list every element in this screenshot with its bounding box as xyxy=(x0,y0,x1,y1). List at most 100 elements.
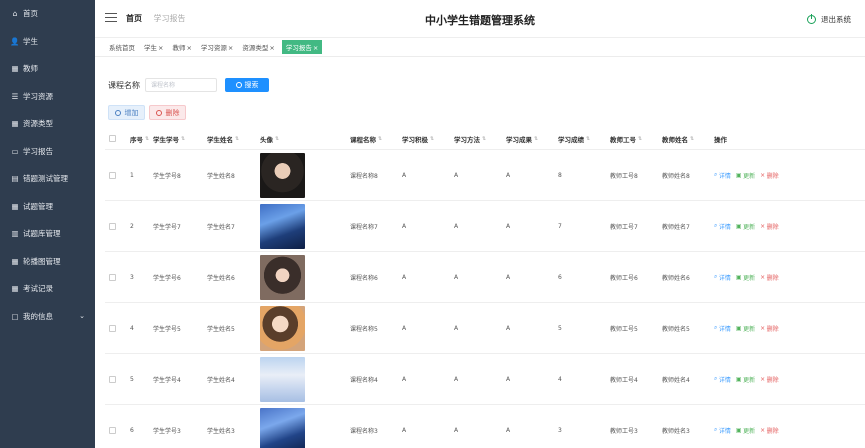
close-icon[interactable]: × xyxy=(186,44,191,52)
edit-link[interactable]: ▣ 更新 xyxy=(736,273,755,282)
sidebar-item[interactable]: ▦ 试题管理 xyxy=(0,193,95,221)
column-header[interactable]: 序号 ⇅ xyxy=(130,134,153,144)
table-cell: 教师姓名4 xyxy=(662,375,714,384)
sort-icon: ⇅ xyxy=(690,135,695,142)
row-checkbox[interactable] xyxy=(109,273,116,281)
remove-link[interactable]: × 删除 xyxy=(760,324,779,333)
row-actions: ⌕ 详情 ▣ 更新 × 删除 xyxy=(714,324,824,333)
remove-link[interactable]: × 删除 xyxy=(760,426,779,435)
table-cell: 3 xyxy=(130,274,153,281)
cell-m3: A xyxy=(506,171,511,179)
row-checkbox[interactable] xyxy=(109,375,116,383)
delete-button[interactable]: 删除 xyxy=(149,105,186,120)
close-icon[interactable]: × xyxy=(313,44,318,52)
column-header[interactable]: 学生学号 ⇅ xyxy=(153,134,207,144)
edit-link[interactable]: ▣ 更新 xyxy=(736,222,755,231)
close-icon[interactable]: × xyxy=(269,44,274,52)
minus-circle-icon xyxy=(155,109,162,116)
column-header[interactable]: 头像 ⇅ xyxy=(260,134,350,144)
sidebar-item-label: 试题管理 xyxy=(23,201,53,211)
detail-link[interactable]: ⌕ 详情 xyxy=(714,426,731,435)
search-button[interactable]: 搜索 xyxy=(225,78,269,92)
column-header-label: 学习积极 xyxy=(402,135,428,144)
table-cell: A xyxy=(506,172,558,179)
row-checkbox[interactable] xyxy=(109,426,116,434)
table-row: 6 学生学号3 学生姓名3 课程名称3 A A A 3 教师工号3 教师姓名3 ⌕ 详情 ▣ 更新 × 删除 xyxy=(105,405,865,448)
detail-link[interactable]: ⌕ 详情 xyxy=(714,273,731,282)
cell-course: 课程名称6 xyxy=(350,274,378,282)
edit-link[interactable]: ▣ 更新 xyxy=(736,426,755,435)
table-cell: A xyxy=(402,376,454,383)
table-cell: 课程名称3 xyxy=(350,426,402,435)
close-icon[interactable]: × xyxy=(158,44,163,52)
detail-link[interactable]: ⌕ 详情 xyxy=(714,222,731,231)
tab-tag[interactable]: 系统首页 xyxy=(107,40,137,54)
remove-link[interactable]: × 删除 xyxy=(760,171,779,180)
search-icon xyxy=(235,82,242,88)
cell-course: 课程名称4 xyxy=(350,376,378,384)
grid-icon: ▦ xyxy=(11,284,19,294)
remove-link[interactable]: × 删除 xyxy=(760,375,779,384)
row-checkbox[interactable] xyxy=(109,171,116,179)
column-header[interactable]: 教师姓名 ⇅ xyxy=(662,134,714,144)
column-header[interactable]: 学习成绩 ⇅ xyxy=(558,134,610,144)
sidebar-item[interactable]: ☰ 学习资源 xyxy=(0,83,95,111)
edit-link[interactable]: ▣ 更新 xyxy=(736,324,755,333)
sliders-icon: ☰ xyxy=(11,91,19,101)
remove-link[interactable]: × 删除 xyxy=(760,273,779,282)
detail-link[interactable]: ⌕ 详情 xyxy=(714,171,731,180)
table-cell: A xyxy=(402,427,454,434)
tab-tag[interactable]: 学习报告× xyxy=(281,40,323,54)
sidebar-item[interactable]: ▦ 考试记录 xyxy=(0,275,95,303)
row-checkbox[interactable] xyxy=(109,222,116,230)
remove-link[interactable]: × 删除 xyxy=(760,222,779,231)
cell-index: 5 xyxy=(130,375,134,383)
logout-button[interactable]: 退出系统 xyxy=(807,14,851,25)
cell-teacher-no: 教师工号8 xyxy=(610,172,638,180)
cell-student-name: 学生姓名6 xyxy=(207,274,235,282)
grid-icon: ▦ xyxy=(11,256,19,266)
search-icon: ⌕ xyxy=(714,426,718,433)
column-header[interactable]: 课程名称 ⇅ xyxy=(350,134,402,144)
sidebar-item[interactable]: ▥ 试题库管理 xyxy=(0,220,95,248)
sidebar-item-label: 学习资源 xyxy=(23,91,53,101)
detail-link[interactable]: ⌕ 详情 xyxy=(714,375,731,384)
column-header-label: 课程名称 xyxy=(350,135,376,144)
search-input[interactable] xyxy=(145,78,217,92)
select-all-checkbox[interactable] xyxy=(109,135,116,142)
tab-tag[interactable]: 学生× xyxy=(142,40,165,54)
tab-tag[interactable]: 资源类型× xyxy=(240,40,276,54)
column-header[interactable]: 学习方法 ⇅ xyxy=(454,134,506,144)
search-icon: ⌕ xyxy=(714,171,718,178)
close-icon: × xyxy=(760,222,766,230)
avatar-cell xyxy=(260,152,350,198)
column-header[interactable]: 学习成果 ⇅ xyxy=(506,134,558,144)
sidebar-item[interactable]: ▦ 轮播图管理 xyxy=(0,248,95,276)
column-header-label: 学习方法 xyxy=(454,135,480,144)
grid-icon: ▦ xyxy=(11,64,19,74)
column-header[interactable]: 学习积极 ⇅ xyxy=(402,134,454,144)
column-header[interactable]: 学生姓名 ⇅ xyxy=(207,134,260,144)
detail-label: 详情 xyxy=(718,172,731,180)
tab-tag[interactable]: 教师× xyxy=(170,40,193,54)
edit-label: 更新 xyxy=(743,172,756,180)
tab-tag[interactable]: 学习资源× xyxy=(199,40,235,54)
sidebar-item[interactable]: ▢ 我的信息 ⌄ xyxy=(0,303,95,331)
sidebar-item[interactable]: 👤 学生 xyxy=(0,28,95,56)
sidebar-item[interactable]: ▭ 学习报告 xyxy=(0,138,95,166)
close-icon[interactable]: × xyxy=(228,44,233,52)
edit-link[interactable]: ▣ 更新 xyxy=(736,375,755,384)
sidebar-item[interactable]: ▦ 资源类型 xyxy=(0,110,95,138)
column-header[interactable]: 教师工号 ⇅ xyxy=(610,134,662,144)
sidebar-item[interactable]: ▦ 教师 xyxy=(0,55,95,83)
table-cell: A xyxy=(454,427,506,434)
table-cell: 课程名称7 xyxy=(350,222,402,231)
detail-link[interactable]: ⌕ 详情 xyxy=(714,324,731,333)
edit-label: 更新 xyxy=(743,325,756,333)
add-button[interactable]: 增加 xyxy=(108,105,145,120)
row-checkbox[interactable] xyxy=(109,324,116,332)
sidebar-item[interactable]: ▤ 错题测试管理 xyxy=(0,165,95,193)
edit-link[interactable]: ▣ 更新 xyxy=(736,171,755,180)
sidebar-item[interactable]: ⌂ 首页 xyxy=(0,0,95,28)
row-checkbox-cell xyxy=(105,273,130,281)
